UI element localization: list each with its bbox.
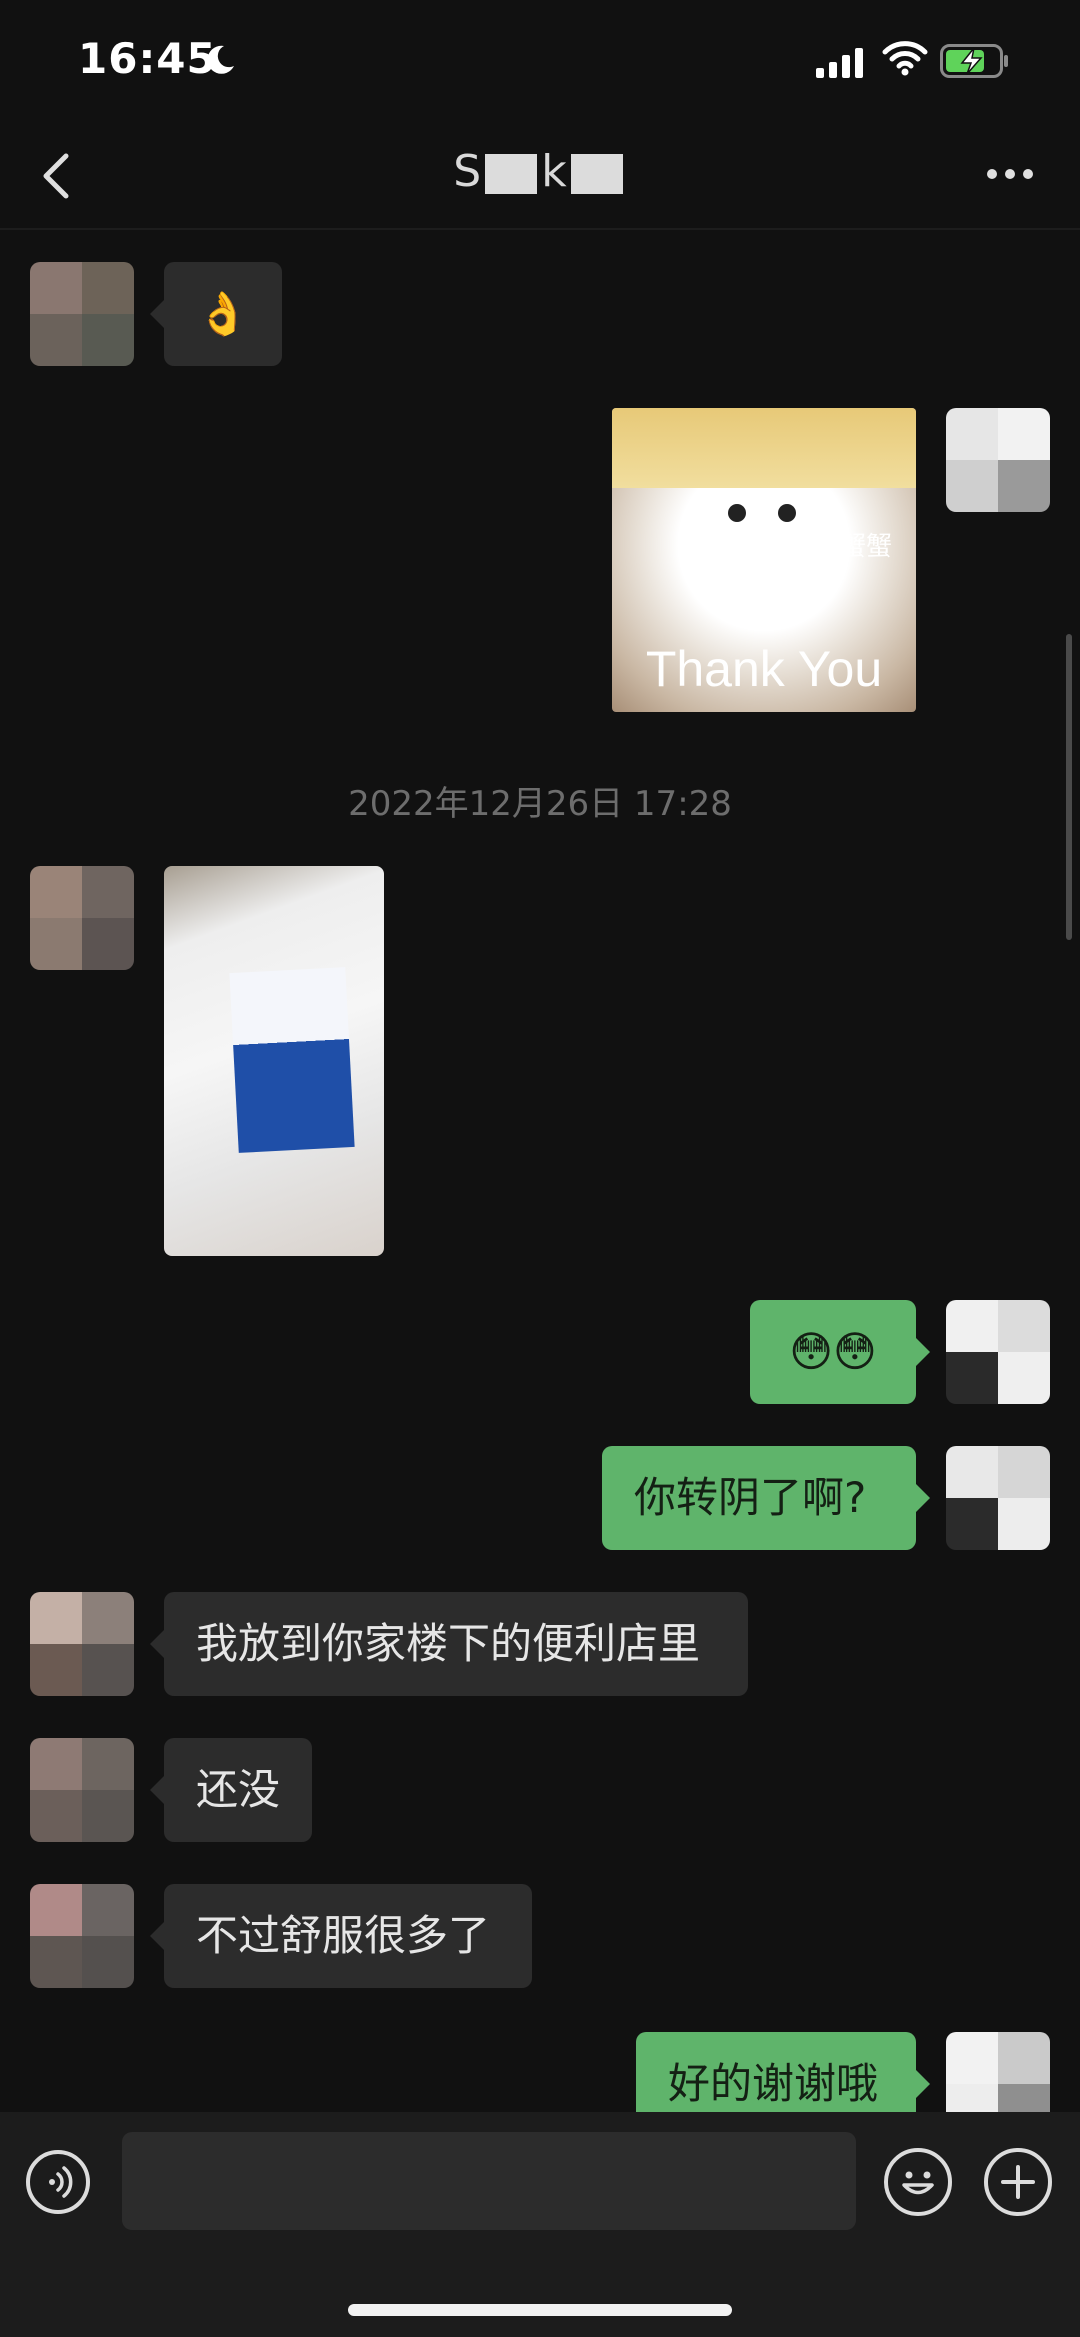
home-indicator[interactable] [348,2304,732,2316]
voice-icon [49,2166,73,2198]
chat-title: Sk [0,146,1080,197]
chat-timestamp: 2022年12月26日 17:28 [348,784,732,824]
contact-avatar[interactable] [30,1592,134,1696]
shared-photo[interactable] [164,866,384,1256]
message-text: 你转阴了啊? [634,1473,867,1522]
my-avatar[interactable] [946,1446,1050,1550]
chat-title-prefix: S [453,146,482,197]
title-redaction-block [570,154,623,194]
moon-icon [207,45,234,74]
voice-input-button[interactable] [26,2150,90,2214]
thank-you-sticker[interactable]: 蟹蟹 Thank You [612,408,916,712]
emoji-button[interactable] [884,2148,952,2216]
plus-icon [1001,2165,1035,2199]
message-text: 我放到你家楼下的便利店里 [196,1619,701,1668]
outgoing-message-bubble[interactable]: 😳😳 [750,1300,930,1404]
sticker-eye [728,504,746,522]
more-dots-icon[interactable] [986,168,1034,180]
emoji-icon [902,2171,934,2195]
message-text: 还没 [196,1765,281,1814]
battery-charging-icon [940,44,1008,78]
status-time: 16:45 [78,34,217,83]
incoming-message-bubble[interactable]: 👌 [150,262,282,366]
incoming-message-bubble[interactable]: 不过舒服很多了 [150,1884,532,1988]
contact-avatar[interactable] [30,1884,134,1988]
my-avatar[interactable] [946,408,1050,512]
outgoing-message-bubble[interactable]: 你转阴了啊? [602,1446,930,1550]
message-text: 😳😳 [789,1327,877,1376]
sticker-eye [778,504,796,522]
sticker-thank-you-text: Thank You [645,641,883,697]
sticker-small-text: 蟹蟹 [840,532,893,562]
signal-icon [816,48,863,78]
my-avatar[interactable] [946,1300,1050,1404]
message-text: 好的谢谢哦 [668,2059,879,2108]
sticker-hat [612,408,916,488]
message-text: 👌 [196,289,250,338]
incoming-message-bubble[interactable]: 我放到你家楼下的便利店里 [150,1592,748,1696]
message-text: 不过舒服很多了 [196,1911,491,1960]
contact-avatar[interactable] [30,1738,134,1842]
title-redaction-block [485,154,538,194]
more-actions-button[interactable] [984,2148,1052,2216]
contact-avatar[interactable] [30,262,134,366]
photo-package-label [229,967,355,1153]
incoming-message-bubble[interactable]: 还没 [150,1738,312,1842]
contact-avatar[interactable] [30,866,134,970]
wifi-icon [882,41,928,76]
header-divider [0,228,1080,230]
chat-title-suffix: k [541,146,567,197]
message-input[interactable] [122,2132,856,2230]
